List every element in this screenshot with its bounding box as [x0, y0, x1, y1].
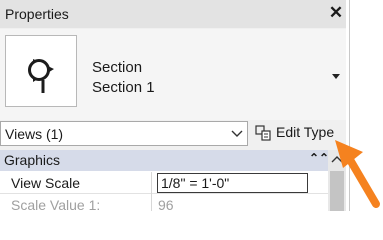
type-family-label: Section — [92, 59, 143, 76]
section-head-icon — [28, 59, 54, 93]
properties-grid: Graphics ⌃⌃ View Scale 1/8" = 1'-0" Scal… — [0, 150, 346, 211]
callout-arrow-icon — [335, 140, 380, 208]
type-selector[interactable]: Section Section 1 — [0, 29, 346, 120]
view-scale-field[interactable]: 1/8" = 1'-0" — [157, 173, 308, 193]
scale-value-readonly: 96 — [158, 197, 174, 211]
property-row-view-scale[interactable]: View Scale 1/8" = 1'-0" — [0, 172, 328, 194]
instance-filter-dropdown[interactable]: Views (1) — [0, 121, 248, 146]
palette-title-bar[interactable]: Properties ✕ — [0, 0, 346, 28]
instance-filter-value: Views (1) — [5, 126, 64, 142]
edit-type-label: Edit Type — [276, 124, 335, 140]
column-divider — [151, 172, 152, 194]
group-title: Graphics — [4, 152, 61, 168]
dropdown-arrow-icon[interactable] — [329, 70, 343, 82]
collapse-group-icon[interactable]: ⌃⌃ — [309, 151, 329, 165]
column-divider — [151, 194, 152, 211]
filter-row: Views (1) Edit Type — [0, 121, 346, 149]
property-row-scale-value[interactable]: Scale Value 1: 96 — [0, 194, 328, 211]
palette-title: Properties — [5, 6, 69, 22]
property-label: Scale Value 1: — [11, 197, 101, 211]
type-name-label: Section 1 — [92, 79, 155, 96]
edit-type-icon — [255, 125, 271, 141]
chevron-down-icon[interactable] — [231, 130, 243, 138]
group-header-graphics[interactable]: Graphics ⌃⌃ — [0, 150, 329, 171]
type-preview — [5, 35, 77, 107]
property-label: View Scale — [11, 175, 81, 191]
properties-palette: Properties ✕ Section Section 1 Views (1) — [0, 0, 346, 211]
close-icon[interactable]: ✕ — [327, 3, 345, 23]
